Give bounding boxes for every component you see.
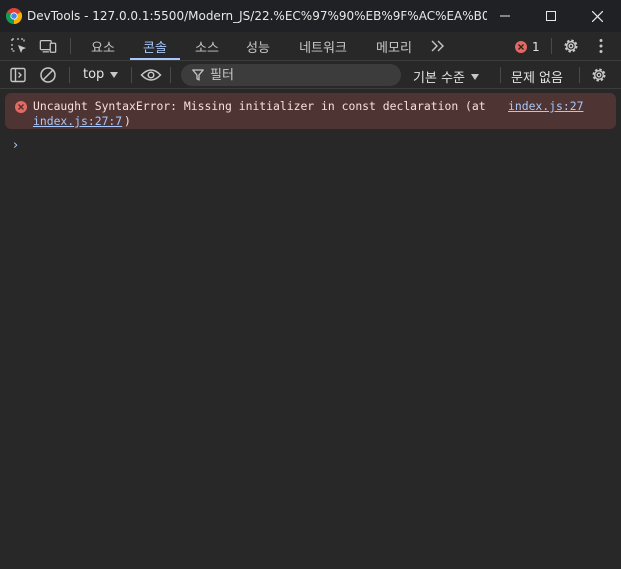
clear-console-button[interactable]: [39, 66, 57, 84]
inspect-element-button[interactable]: [10, 37, 28, 55]
device-icon: [39, 39, 57, 53]
console-toolbar: top 기본 수준 문제 없음: [0, 61, 621, 89]
close-icon: [591, 10, 603, 22]
device-toolbar-button[interactable]: [39, 37, 57, 55]
more-options-button[interactable]: [592, 37, 610, 55]
filter-funnel-icon: [192, 69, 204, 81]
filter-box[interactable]: [181, 64, 401, 86]
sidebar-toggle-button[interactable]: [9, 66, 27, 84]
error-message: Uncaught SyntaxError: Missing initialize…: [5, 93, 616, 129]
toolbar-divider: [551, 38, 552, 54]
filter-input[interactable]: [210, 67, 390, 83]
window-title: DevTools - 127.0.0.1:5500/Modern_JS/22.%…: [27, 9, 487, 23]
chrome-logo-icon: [6, 8, 22, 24]
toolbar-divider: [500, 67, 501, 83]
tab-elements[interactable]: 요소: [78, 32, 128, 60]
tab-sources[interactable]: 소스: [182, 32, 232, 60]
toolbar-divider: [131, 67, 132, 83]
toolbar-divider: [170, 67, 171, 83]
error-count: 1: [532, 40, 540, 54]
live-expression-button[interactable]: [140, 66, 162, 84]
tab-network[interactable]: 네트워크: [287, 32, 359, 60]
toolbar-divider: [579, 67, 580, 83]
console-input[interactable]: [28, 138, 608, 154]
block-icon: [40, 67, 56, 83]
inspect-icon: [11, 38, 26, 53]
active-tab-indicator: [130, 58, 180, 60]
minimize-icon: [500, 15, 510, 17]
console-prompt-icon: ›: [13, 138, 19, 153]
error-icon: [15, 101, 27, 113]
error-count-badge[interactable]: 1: [515, 40, 540, 54]
chevron-down-icon: [110, 71, 119, 78]
maximize-button[interactable]: [528, 0, 574, 32]
gear-icon: [592, 68, 606, 82]
tab-console[interactable]: 콘솔: [130, 32, 180, 60]
toolbar-divider: [69, 67, 70, 83]
gear-icon: [564, 39, 578, 53]
eye-icon: [140, 69, 162, 81]
sidebar-icon: [10, 67, 26, 83]
settings-button[interactable]: [562, 37, 580, 55]
source-link-full[interactable]: index.js:27:7: [33, 114, 122, 129]
tab-memory[interactable]: 메모리: [366, 32, 422, 60]
issues-button[interactable]: 문제 없음: [511, 67, 563, 86]
kebab-menu-icon: [599, 39, 603, 53]
maximize-icon: [546, 11, 556, 21]
log-levels-dropdown[interactable]: 기본 수준: [413, 67, 479, 86]
chevron-down-icon: [470, 73, 479, 80]
console-settings-button[interactable]: [590, 66, 608, 84]
context-label: top: [83, 67, 105, 82]
more-tabs-button[interactable]: [429, 37, 447, 55]
minimize-button[interactable]: [482, 0, 528, 32]
error-close-paren: ): [124, 114, 131, 128]
tab-performance[interactable]: 성능: [233, 32, 283, 60]
console-output: Uncaught SyntaxError: Missing initialize…: [0, 90, 621, 569]
close-button[interactable]: [574, 0, 620, 32]
title-bar: DevTools - 127.0.0.1:5500/Modern_JS/22.%…: [0, 0, 621, 32]
chevron-double-right-icon: [431, 40, 444, 52]
error-text: Uncaught SyntaxError: Missing initialize…: [33, 99, 486, 113]
source-link[interactable]: index.js:27: [508, 99, 583, 114]
log-levels-label: 기본 수준: [413, 71, 465, 86]
context-selector[interactable]: top: [83, 67, 119, 82]
toolbar-divider: [70, 38, 71, 54]
error-icon: [515, 41, 527, 53]
